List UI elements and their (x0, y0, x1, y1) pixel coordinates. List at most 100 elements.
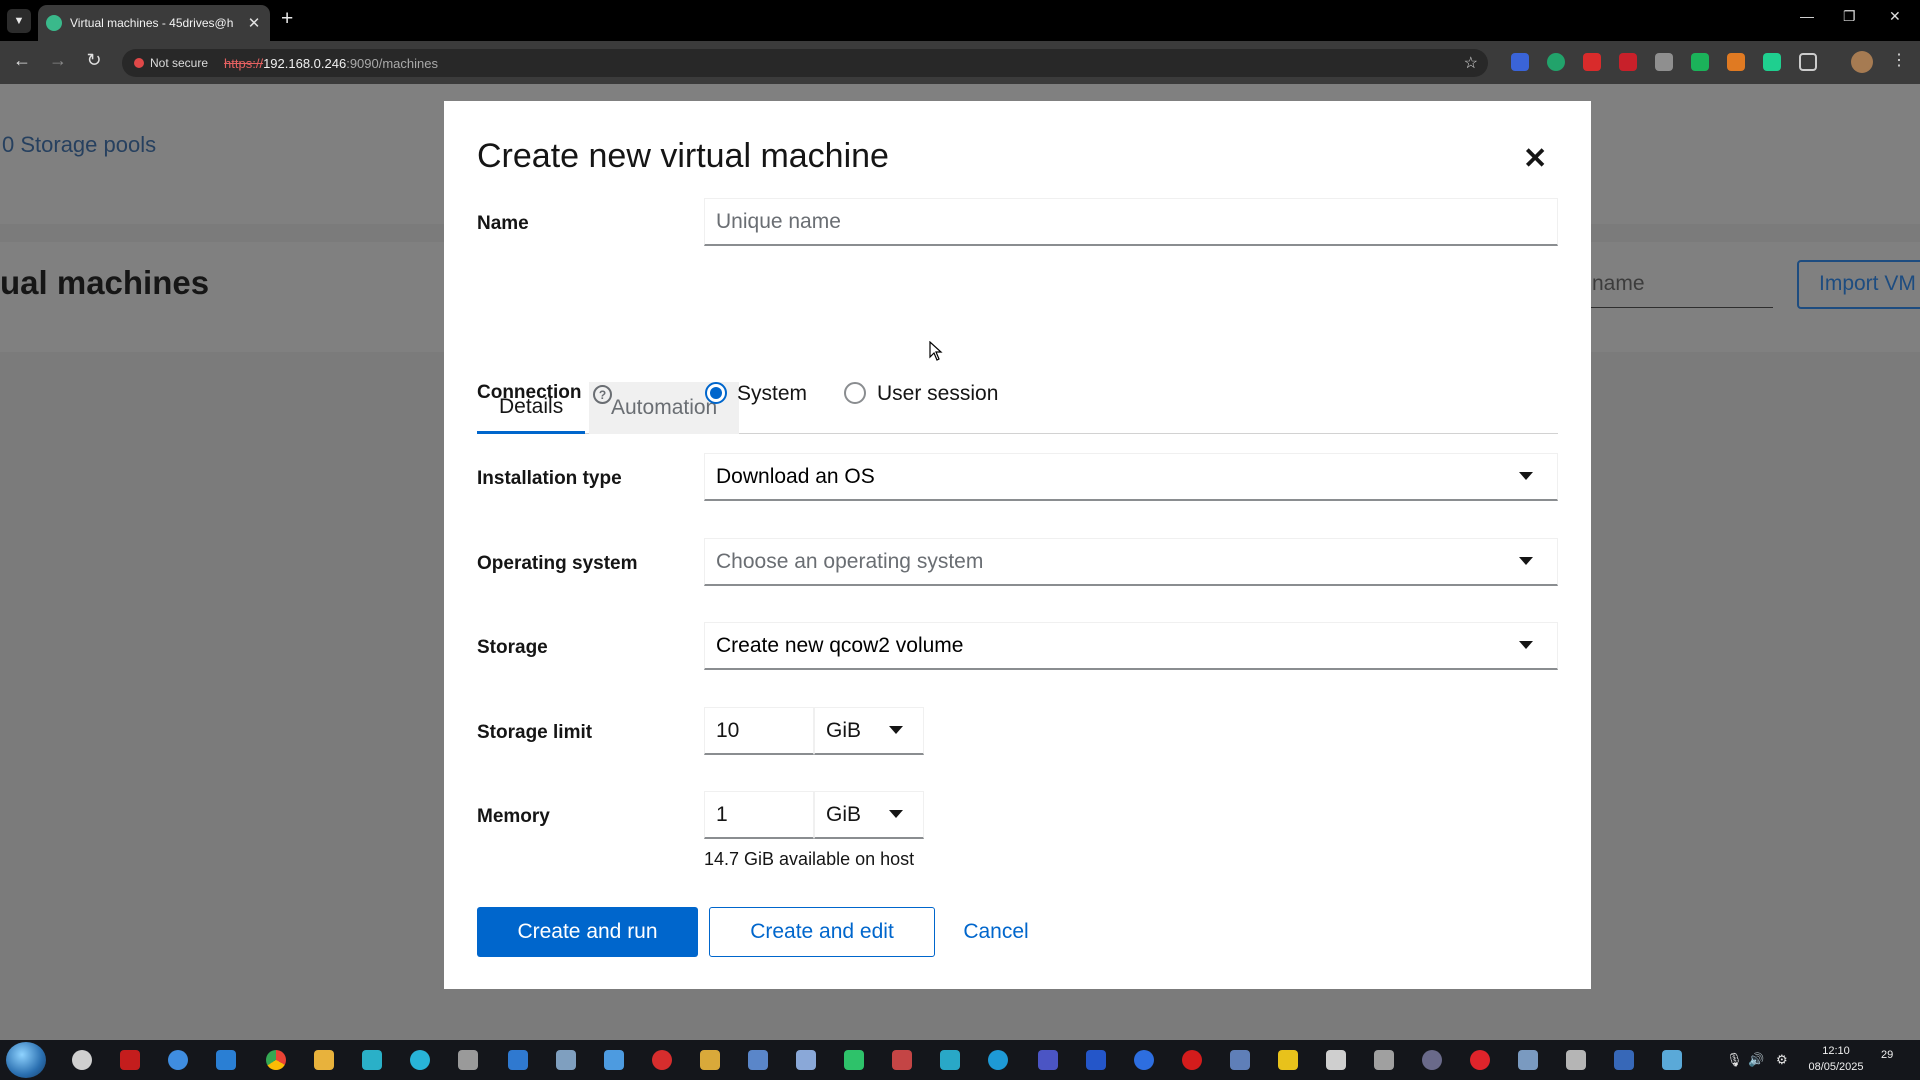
calculator-icon[interactable] (1566, 1050, 1586, 1070)
browser-menu-icon[interactable]: ⋮ (1891, 50, 1907, 70)
taskbar-app-icon-8[interactable] (410, 1050, 430, 1070)
taskbar-app-icon-29[interactable] (1422, 1050, 1442, 1070)
bookmark-star-icon[interactable]: ☆ (1464, 53, 1478, 73)
caret-down-icon (1519, 472, 1533, 480)
name-input[interactable] (704, 198, 1558, 246)
taskbar-app-icon-10[interactable] (508, 1050, 528, 1070)
memory-unit: GiB (826, 802, 862, 826)
taskbar-app-icon-9[interactable] (458, 1050, 478, 1070)
storage-limit-label: Storage limit (477, 722, 593, 743)
create-and-edit-button[interactable]: Create and edit (709, 907, 935, 957)
close-window-icon[interactable]: ✕ (1889, 8, 1901, 25)
browser-tab-active[interactable]: Virtual machines - 45drives@h ✕ (38, 5, 270, 41)
operating-system-select[interactable]: Choose an operating system (704, 538, 1558, 586)
not-secure-label[interactable]: Not secure (150, 56, 208, 70)
microphone-icon[interactable]: 🎙 (1726, 1052, 1743, 1068)
taskbar-app-icon-24[interactable] (1182, 1050, 1202, 1070)
taskbar-app-icon-15[interactable] (748, 1050, 768, 1070)
taskbar-app-icon-2[interactable] (120, 1050, 140, 1070)
new-tab-plus-icon[interactable]: + (281, 7, 293, 31)
taskbar-app-icon-34[interactable] (1662, 1050, 1682, 1070)
create-vm-dialog: Create new virtual machine ✕ Name Detail… (444, 101, 1591, 989)
name-label: Name (477, 213, 529, 234)
notification-count[interactable]: 29 (1881, 1049, 1893, 1061)
taskbar-app-icon-14[interactable] (700, 1050, 720, 1070)
taskbar-app-icon-22[interactable] (1086, 1050, 1106, 1070)
taskbar-app-icon-31[interactable] (1518, 1050, 1538, 1070)
cancel-button[interactable]: Cancel (946, 907, 1046, 957)
extension-icon-3[interactable] (1583, 53, 1601, 71)
extension-icon-7[interactable] (1727, 53, 1745, 71)
operating-system-placeholder: Choose an operating system (716, 549, 984, 573)
url-scheme: https:// (224, 55, 264, 71)
help-question-icon[interactable]: ? (593, 385, 612, 404)
memory-unit-select[interactable]: GiB (814, 791, 924, 839)
zoom-icon[interactable] (1134, 1050, 1154, 1070)
virtual-machines-heading: ual machines (0, 264, 210, 301)
taskbar-app-icon-25[interactable] (1230, 1050, 1250, 1070)
extension-icon-8[interactable] (1763, 53, 1781, 71)
taskbar-app-icon-13[interactable] (652, 1050, 672, 1070)
adblock-plus-extension-icon[interactable] (1619, 53, 1637, 71)
grammarly-extension-icon[interactable] (1547, 53, 1565, 71)
storage-limit-input[interactable]: 10 (704, 707, 814, 755)
address-bar[interactable]: Not secure https:// 192.168.0.246 :9090/… (122, 49, 1488, 77)
taskbar-app-icon-33[interactable] (1614, 1050, 1634, 1070)
taskbar-app-icon-17[interactable] (844, 1050, 864, 1070)
download-extension-icon[interactable] (1655, 53, 1673, 71)
taskbar-app-icon-27[interactable] (1326, 1050, 1346, 1070)
start-orb-icon[interactable] (6, 1042, 46, 1078)
url-path: :9090/machines (346, 55, 438, 71)
file-explorer-icon[interactable] (314, 1050, 334, 1070)
taskbar-app-icon-18[interactable] (892, 1050, 912, 1070)
installation-type-label: Installation type (477, 468, 622, 489)
reload-icon[interactable]: ↻ (82, 50, 106, 71)
radio-system[interactable] (705, 382, 727, 404)
radio-user-session[interactable] (844, 382, 866, 404)
taskbar-app-icon-11[interactable] (556, 1050, 576, 1070)
opera-icon[interactable] (1470, 1050, 1490, 1070)
storage-limit-unit-select[interactable]: GiB (814, 707, 924, 755)
import-vm-button: Import VM (1797, 260, 1920, 309)
radio-system-label[interactable]: System (737, 382, 807, 406)
skype-icon[interactable] (988, 1050, 1008, 1070)
minimize-window-icon[interactable]: — (1800, 8, 1814, 24)
chrome-taskbar-icon[interactable] (266, 1050, 286, 1070)
teams-icon[interactable] (1038, 1050, 1058, 1070)
profile-avatar[interactable] (1851, 51, 1873, 73)
search-icon[interactable] (72, 1050, 92, 1070)
tab-search-chevron-icon[interactable]: ▼ (7, 9, 31, 33)
taskbar-app-icon-7[interactable] (362, 1050, 382, 1070)
volume-icon[interactable]: 🔊 (1748, 1052, 1764, 1068)
plex-icon[interactable] (1278, 1050, 1298, 1070)
radio-user-session-label[interactable]: User session (877, 382, 998, 406)
installation-type-select[interactable]: Download an OS (704, 453, 1558, 501)
taskbar-app-icon-28[interactable] (1374, 1050, 1394, 1070)
system-clock[interactable]: 12:10 08/05/2025 (1808, 1043, 1864, 1075)
close-tab-icon[interactable]: ✕ (246, 14, 262, 32)
taskbar-app-icon-19[interactable] (940, 1050, 960, 1070)
forward-arrow-icon[interactable]: → (46, 50, 70, 71)
back-arrow-icon[interactable]: ← (10, 50, 34, 71)
caret-down-icon (1519, 641, 1533, 649)
settings-gear-icon[interactable]: ⚙ (1776, 1052, 1788, 1068)
browser-tab-title: Virtual machines - 45drives@h (70, 16, 234, 30)
taskbar-app-icon-16[interactable] (796, 1050, 816, 1070)
windows-taskbar: 🎙 🔊 ⚙ 12:10 08/05/2025 29 (0, 1040, 1920, 1080)
taskbar-app-icon-4[interactable] (216, 1050, 236, 1070)
create-and-run-button[interactable]: Create and run (477, 907, 698, 957)
extension-icon-6[interactable] (1691, 53, 1709, 71)
taskbar-app-icon-12[interactable] (604, 1050, 624, 1070)
cockpit-favicon-icon (46, 15, 62, 31)
extension-icon-1[interactable] (1511, 53, 1529, 71)
dialog-title: Create new virtual machine (477, 137, 889, 175)
memory-input[interactable]: 1 (704, 791, 814, 839)
restore-window-icon[interactable]: ❐ (1843, 8, 1856, 25)
memory-available-helper: 14.7 GiB available on host (704, 849, 915, 869)
storage-label: Storage (477, 637, 548, 658)
taskbar-app-icon-3[interactable] (168, 1050, 188, 1070)
close-dialog-icon[interactable]: ✕ (1523, 141, 1547, 176)
caret-down-icon (1519, 557, 1533, 565)
storage-select[interactable]: Create new qcow2 volume (704, 622, 1558, 670)
extensions-puzzle-icon[interactable] (1799, 53, 1817, 71)
